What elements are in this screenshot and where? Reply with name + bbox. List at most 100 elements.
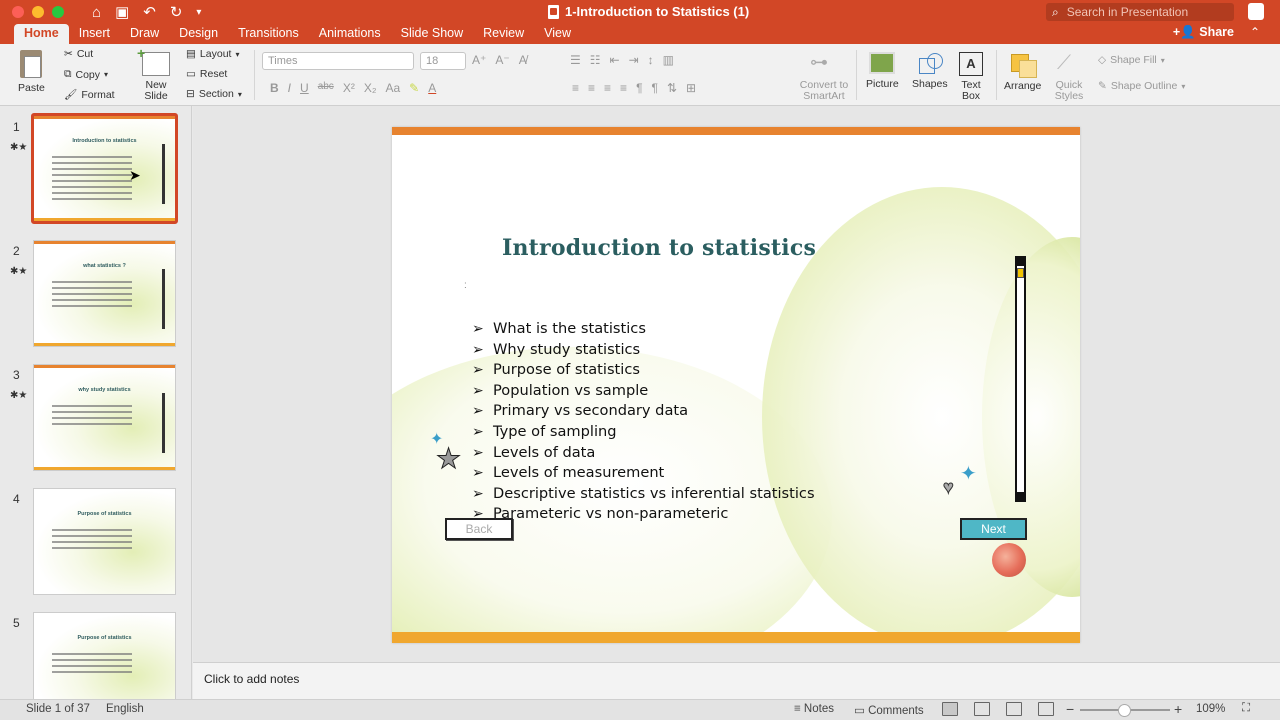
text-box-button[interactable]: A Text Box <box>958 52 984 102</box>
layout-button[interactable]: ▤ Layout ▾ <box>186 48 239 60</box>
normal-view-icon[interactable] <box>942 702 958 716</box>
thumbnail-title: Purpose of statistics <box>77 635 132 641</box>
zoom-out-icon[interactable]: − <box>1066 701 1074 717</box>
language-indicator[interactable]: English <box>106 703 144 715</box>
save-icon[interactable]: ▣ <box>115 3 129 21</box>
shape-fill-button[interactable]: ◇ Shape Fill ▾ <box>1098 54 1165 66</box>
search-box[interactable]: ⌕ Search in Presentation <box>1046 3 1234 21</box>
align-center-icon[interactable]: ≡ <box>588 81 595 95</box>
notes-toggle-button[interactable]: ≡ Notes <box>794 703 834 715</box>
picture-button[interactable]: Picture <box>866 52 899 90</box>
scroll-down-arrow-icon[interactable] <box>1017 492 1024 500</box>
next-button[interactable]: Next <box>960 518 1027 540</box>
slide-thumbnail-1[interactable]: Introduction to statistics <box>31 113 178 224</box>
slide-scrollbar[interactable] <box>1015 256 1026 502</box>
thumbnail-row: 3 ✱★ why study statistics <box>0 364 191 476</box>
slide-placeholder-text[interactable]: : <box>464 280 467 291</box>
align-text-icon[interactable]: ⊞ <box>686 81 696 95</box>
align-right-icon[interactable]: ≡ <box>604 81 611 95</box>
slide-editor[interactable]: Introduction to statistics : What is the… <box>392 127 1080 643</box>
shapes-icon <box>917 52 943 74</box>
scroll-up-arrow-icon[interactable] <box>1017 258 1024 266</box>
tab-review[interactable]: Review <box>473 24 534 44</box>
minimize-window-button[interactable] <box>32 6 44 18</box>
line-spacing-icon[interactable]: ↕ <box>648 53 654 67</box>
customize-icon[interactable]: ▾ <box>196 7 201 18</box>
clear-format-icon[interactable]: A̸ <box>519 53 527 67</box>
tab-insert[interactable]: Insert <box>69 24 120 44</box>
decrease-indent-icon[interactable]: ⇤ <box>610 53 620 67</box>
tab-slide-show[interactable]: Slide Show <box>391 24 474 44</box>
slide-thumbnail-2[interactable]: what statistics ? <box>33 240 176 347</box>
tab-transitions[interactable]: Transitions <box>228 24 309 44</box>
home-icon[interactable]: ⌂ <box>92 4 101 21</box>
shape-outline-button[interactable]: ✎ Shape Outline ▾ <box>1098 80 1185 92</box>
strikethrough-icon[interactable]: abc <box>318 81 334 95</box>
tab-animations[interactable]: Animations <box>309 24 391 44</box>
increase-font-icon[interactable]: A⁺ <box>472 53 486 67</box>
justify-icon[interactable]: ≡ <box>620 81 627 95</box>
superscript-icon[interactable]: X² <box>343 81 355 95</box>
section-button[interactable]: ⊟ Section ▾ <box>186 88 242 100</box>
tab-draw[interactable]: Draw <box>120 24 169 44</box>
zoom-in-icon[interactable]: + <box>1174 701 1182 717</box>
slide-thumbnail-3[interactable]: why study statistics <box>33 364 176 471</box>
font-color-icon[interactable]: A <box>428 81 436 95</box>
bullet-list[interactable]: What is the statistics Why study statist… <box>472 319 815 525</box>
align-left-icon[interactable]: ≡ <box>572 81 579 95</box>
font-name-select[interactable]: Times <box>262 52 414 70</box>
tab-home[interactable]: Home <box>14 24 69 44</box>
underline-icon[interactable]: U <box>300 81 309 95</box>
italic-icon[interactable]: I <box>288 81 291 95</box>
change-case-icon[interactable]: Aa <box>385 81 400 95</box>
slide-sorter-icon[interactable] <box>974 702 990 716</box>
redo-icon[interactable]: ↻ <box>170 3 183 21</box>
undo-icon[interactable]: ↶ <box>143 3 156 21</box>
columns-icon[interactable]: ▥ <box>663 53 674 67</box>
share-button[interactable]: +👤 Share <box>1173 25 1234 40</box>
collapse-ribbon-icon[interactable]: ⌃ <box>1250 25 1260 39</box>
paste-button[interactable]: Paste <box>18 50 45 94</box>
rtl-icon[interactable]: ¶ <box>652 81 658 95</box>
text-direction-icon[interactable]: ⇅ <box>667 81 677 95</box>
user-account-icon[interactable] <box>1248 3 1264 20</box>
zoom-slider-handle[interactable] <box>1118 704 1131 717</box>
tab-view[interactable]: View <box>534 24 581 44</box>
new-slide-button[interactable]: New Slide <box>137 45 174 102</box>
slide-number: 5 <box>13 616 20 630</box>
increase-indent-icon[interactable]: ⇥ <box>629 53 639 67</box>
arrange-button[interactable]: Arrange <box>1004 52 1041 92</box>
zoom-level[interactable]: 109% <box>1196 703 1225 715</box>
slide-thumbnail-4[interactable]: Purpose of statistics <box>33 488 176 595</box>
comments-toggle-button[interactable]: ▭ Comments <box>854 703 924 717</box>
reset-button[interactable]: ▭ Reset <box>186 68 227 80</box>
format-painter-button[interactable]: 🖌 Format <box>64 88 115 102</box>
copy-button[interactable]: ⧉ Copy ▾ <box>64 68 108 81</box>
numbered-list-icon[interactable]: ☷ <box>590 53 601 67</box>
quick-styles-button[interactable]: ⟋ Quick Styles <box>1052 52 1086 102</box>
bold-icon[interactable]: B <box>270 81 279 95</box>
decrease-font-icon[interactable]: A⁻ <box>495 53 509 67</box>
slideshow-view-icon[interactable] <box>1038 702 1054 716</box>
tab-design[interactable]: Design <box>169 24 228 44</box>
maximize-window-button[interactable] <box>52 6 64 18</box>
shapes-button[interactable]: Shapes <box>912 52 948 90</box>
slide-title[interactable]: Introduction to statistics <box>502 235 816 261</box>
subscript-icon[interactable]: X₂ <box>364 81 377 95</box>
slide-thumbnail-5[interactable]: Purpose of statistics <box>33 612 176 700</box>
ltr-icon[interactable]: ¶ <box>636 81 642 95</box>
convert-smartart-button[interactable]: ⊶ Convert to SmartArt <box>798 52 850 102</box>
fit-to-window-icon[interactable]: ⛶ <box>1242 702 1250 715</box>
notes-pane[interactable]: Click to add notes <box>193 662 1280 699</box>
scroll-thumb[interactable] <box>1017 268 1024 278</box>
bullet-list-icon[interactable]: ☰ <box>570 53 581 67</box>
close-window-button[interactable] <box>12 6 24 18</box>
reading-view-icon[interactable] <box>1006 702 1022 716</box>
brush-icon: 🖌 <box>64 89 78 101</box>
search-input[interactable]: Search in Presentation <box>1067 5 1188 19</box>
notes-placeholder[interactable]: Click to add notes <box>204 672 299 686</box>
highlight-icon[interactable]: ✎ <box>409 81 419 95</box>
cut-button[interactable]: ✂ Cut <box>64 48 93 60</box>
font-size-select[interactable]: 18 <box>420 52 466 70</box>
back-button[interactable]: Back <box>445 518 513 540</box>
